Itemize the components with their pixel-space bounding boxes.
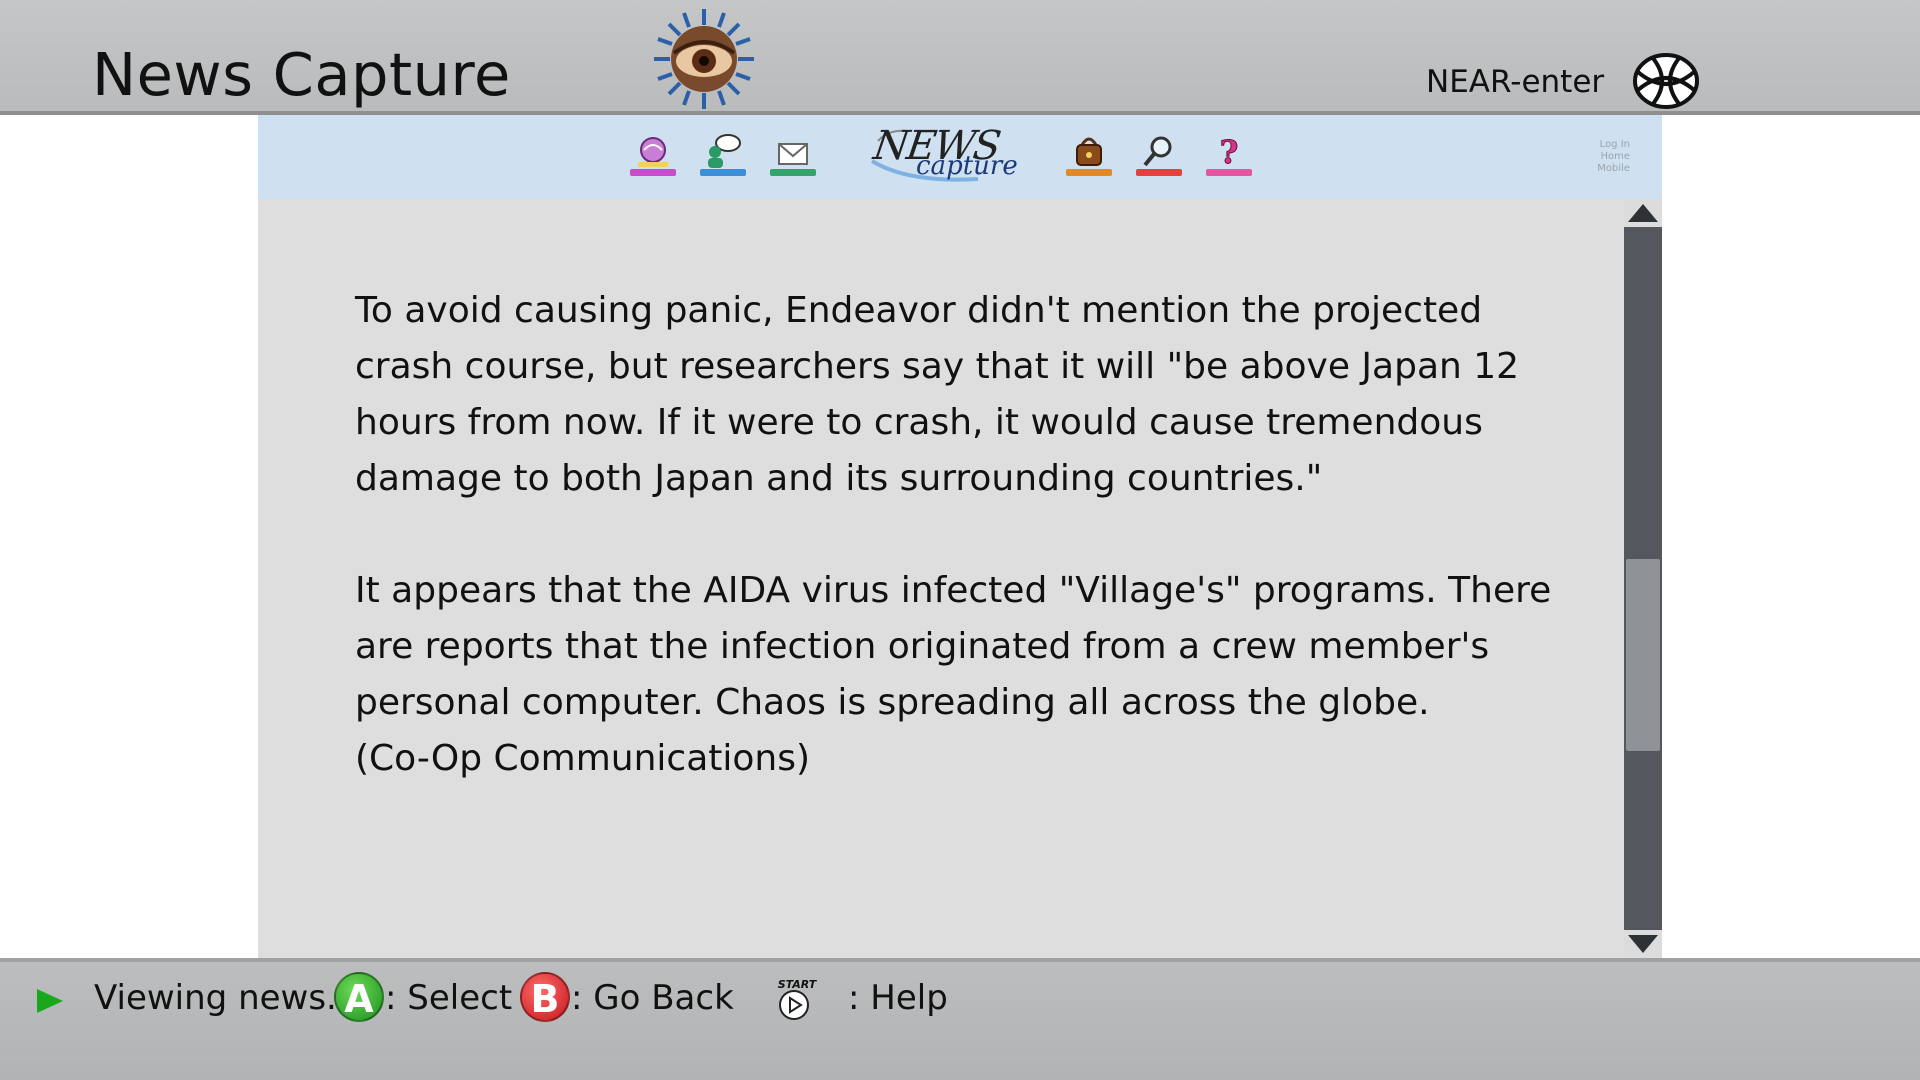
- b-button-icon: B: [520, 972, 570, 1022]
- mobile-link[interactable]: Mobile: [1550, 163, 1630, 175]
- mail-icon[interactable]: [770, 130, 816, 176]
- logo-capture-text: capture: [916, 151, 1018, 181]
- app-title: News Capture: [92, 40, 511, 109]
- site-logo[interactable]: NEWS capture: [868, 121, 1018, 187]
- article-paragraph: To avoid causing panic, Endeavor didn't …: [355, 290, 1520, 499]
- article-paragraph: It appears that the AIDA virus infected …: [355, 570, 1552, 723]
- scroll-thumb[interactable]: [1626, 559, 1660, 752]
- a-button-icon: A: [334, 972, 384, 1022]
- arrow-up-icon: [1628, 204, 1658, 222]
- search-icon[interactable]: [1136, 130, 1182, 176]
- article-body: To avoid causing panic, Endeavor didn't …: [355, 283, 1585, 787]
- arrow-down-icon: [1628, 935, 1658, 953]
- svg-text:?: ?: [1220, 133, 1239, 171]
- forum-icon[interactable]: [700, 130, 746, 176]
- news-page: NEWS capture ? Log In Home Mobile To avo…: [258, 115, 1662, 958]
- app-header: News Capture NEAR-enter: [0, 0, 1920, 115]
- eye-emblem-icon: [654, 9, 754, 109]
- scroll-up-button[interactable]: [1624, 199, 1662, 227]
- help-hint: : Help: [848, 978, 948, 1018]
- select-hint: : Select: [385, 978, 513, 1018]
- mini-links: Log In Home Mobile: [1550, 139, 1630, 175]
- help-bar: Viewing news. A : Select B : Go Back STA…: [0, 958, 1920, 1080]
- start-button-icon: START: [776, 978, 818, 1022]
- scroll-down-button[interactable]: [1624, 930, 1662, 958]
- go-back-hint: : Go Back: [571, 978, 734, 1018]
- login-link[interactable]: Log In: [1550, 139, 1630, 151]
- network-status: NEAR-enter: [1426, 64, 1605, 100]
- vertical-scrollbar[interactable]: [1624, 199, 1662, 958]
- play-icon: [37, 989, 63, 1013]
- article-credit: (Co-Op Communications): [355, 738, 811, 779]
- world-news-icon[interactable]: [630, 130, 676, 176]
- status-text: Viewing news.: [94, 978, 337, 1018]
- home-link[interactable]: Home: [1550, 151, 1630, 163]
- help-icon[interactable]: ?: [1206, 130, 1252, 176]
- shop-bag-icon[interactable]: [1066, 130, 1112, 176]
- globe-icon: [1633, 53, 1699, 109]
- site-nav: NEWS capture ? Log In Home Mobile: [258, 115, 1662, 199]
